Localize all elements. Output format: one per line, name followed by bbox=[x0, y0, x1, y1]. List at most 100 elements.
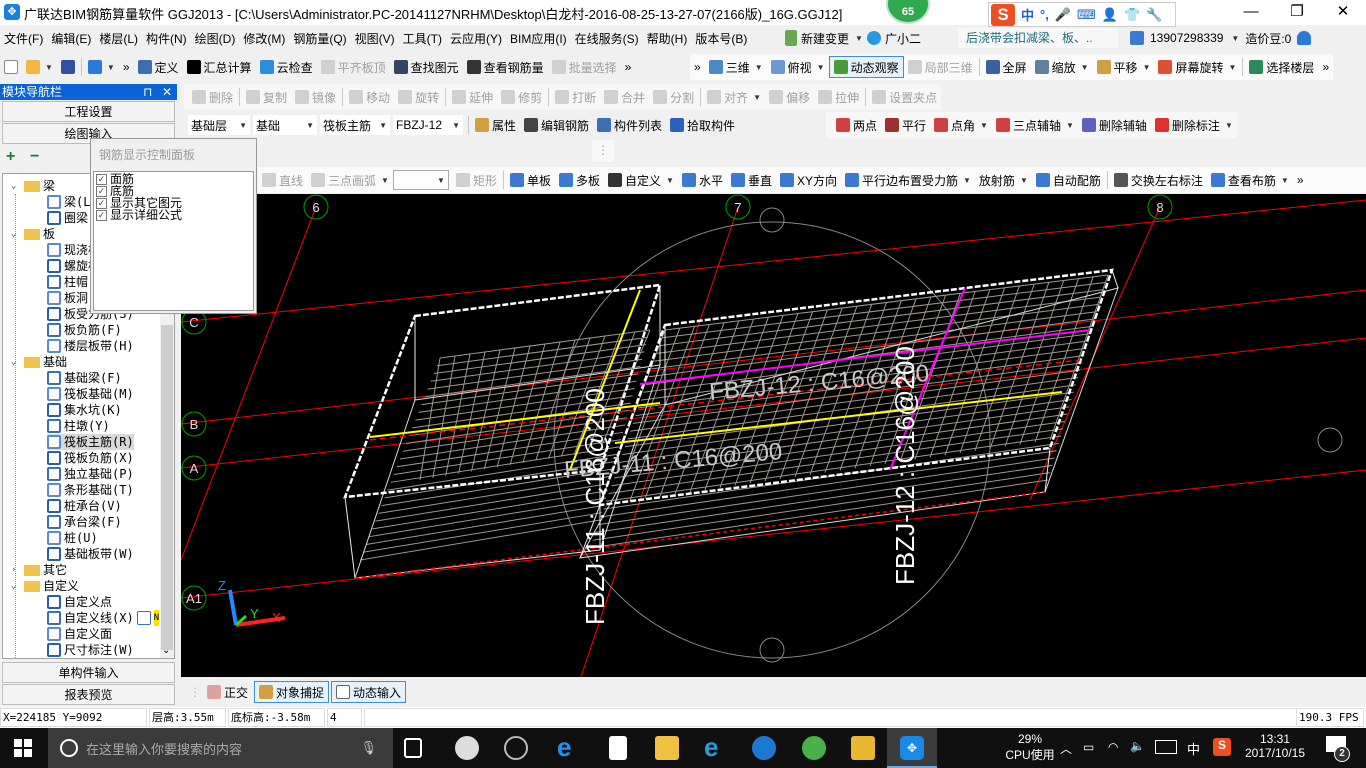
glodon-app-icon[interactable] bbox=[752, 736, 776, 760]
category-select[interactable]: 基础 ▼ bbox=[253, 115, 317, 135]
edge-browser-icon[interactable]: e bbox=[557, 734, 581, 760]
pin-icon[interactable]: ⊓ bbox=[143, 84, 152, 100]
checkbox-checked-icon[interactable]: ✓ bbox=[96, 209, 107, 221]
tree-item[interactable]: 基础梁(F) bbox=[47, 370, 122, 386]
tool-button-1[interactable]: 编辑钢筋 bbox=[520, 114, 593, 136]
object-snap-toggle[interactable]: 对象捕捉 bbox=[254, 681, 330, 703]
tool-button-9[interactable]: 垂直 bbox=[727, 169, 776, 191]
tree-folder[interactable]: ⌄ 板 bbox=[11, 226, 55, 242]
tool-button-1[interactable]: ▼ bbox=[22, 56, 57, 78]
tree-item[interactable]: 自定义面 bbox=[47, 626, 112, 642]
chevron-down-icon[interactable]: ▼ bbox=[817, 63, 825, 72]
chevron-down-icon[interactable]: ⌄ bbox=[11, 578, 21, 594]
tree-item[interactable]: 柱墩(Y) bbox=[47, 418, 110, 434]
tool-button-3[interactable]: 三点辅轴 ▼ bbox=[992, 114, 1078, 136]
tree-folder[interactable]: ⌄ 梁 bbox=[11, 178, 55, 194]
tree-item[interactable]: 尺寸标注(W) bbox=[47, 642, 134, 658]
tool-button-15[interactable]: 交换左右标注 bbox=[1110, 169, 1207, 191]
chevron-down-icon[interactable]: ▼ bbox=[379, 121, 387, 130]
tree-item[interactable]: 承台梁(F) bbox=[47, 514, 122, 530]
chevron-down-icon[interactable]: ▼ bbox=[239, 121, 247, 130]
ime-punct-icon[interactable]: °, bbox=[1040, 7, 1049, 22]
tree-folder[interactable]: ⌄ 基础 bbox=[11, 354, 67, 370]
tree-item[interactable]: 桩承台(V) bbox=[47, 498, 122, 514]
component-select[interactable]: FBZJ-12 ▼ bbox=[393, 115, 463, 135]
fan-app-icon[interactable] bbox=[455, 736, 479, 760]
overflow-button-13[interactable]: » bbox=[621, 56, 636, 78]
menu-3[interactable]: 构件(N) bbox=[142, 30, 191, 47]
chevron-down-icon[interactable]: ▼ bbox=[963, 176, 971, 185]
tool-button-1[interactable]: 三维 ▼ bbox=[705, 56, 767, 78]
tool-button-1[interactable]: 三点画弧 ▼ bbox=[307, 169, 393, 191]
tool-button-8[interactable]: 延伸 bbox=[448, 86, 497, 108]
tool-button-13[interactable]: 自动配筋 bbox=[1032, 169, 1105, 191]
tool-button-9[interactable]: 屏幕旋转 ▼ bbox=[1154, 56, 1240, 78]
tool-button-0[interactable]: 两点 bbox=[832, 114, 881, 136]
tool-button-4[interactable]: 局部三维 bbox=[904, 56, 977, 78]
overflow-button-5[interactable]: » bbox=[119, 56, 134, 78]
ime-settings-icon[interactable]: 🔧 bbox=[1146, 7, 1162, 23]
tool-button-15[interactable]: 对齐 ▼ bbox=[703, 86, 765, 108]
tool-button-0[interactable]: 删除 bbox=[188, 86, 237, 108]
report-preview-button[interactable]: 报表预览 bbox=[2, 684, 175, 705]
tool-button-6[interactable]: 旋转 bbox=[394, 86, 443, 108]
tool-button-6[interactable]: 定义 bbox=[134, 56, 183, 78]
tree-item[interactable]: 集水坑(K) bbox=[47, 402, 122, 418]
tree-item[interactable]: 基础板带(W) bbox=[47, 546, 134, 562]
menu-8[interactable]: 工具(T) bbox=[399, 30, 446, 47]
overflow-button-0[interactable]: » bbox=[690, 56, 705, 78]
sogou-logo-icon[interactable]: S bbox=[991, 3, 1015, 26]
menu-6[interactable]: 钢筋量(Q) bbox=[289, 30, 350, 47]
store-icon[interactable] bbox=[609, 736, 627, 760]
tool-button-0[interactable] bbox=[0, 56, 22, 78]
checkbox-checked-icon[interactable]: ✓ bbox=[96, 197, 107, 209]
tool-button-7[interactable]: 缩放 ▼ bbox=[1031, 56, 1093, 78]
tool-button-8[interactable]: 云检查 bbox=[256, 56, 317, 78]
taskbar-search[interactable]: 在这里输入你要搜索的内容 🎙 bbox=[48, 728, 393, 768]
tool-button-0[interactable]: 直线 bbox=[258, 169, 307, 191]
restore-button[interactable]: ❐ bbox=[1274, 0, 1320, 25]
tool-button-5[interactable]: 删除标注 ▼ bbox=[1151, 114, 1237, 136]
notice-ticker[interactable]: 后浇带会扣减梁、板、.. bbox=[958, 28, 1118, 48]
tree-item[interactable]: 筏板负筋(X) bbox=[47, 450, 134, 466]
chevron-down-icon[interactable]: ⌄ bbox=[11, 226, 21, 242]
chevron-down-icon[interactable]: ▼ bbox=[381, 176, 389, 185]
ie-browser-icon[interactable]: e bbox=[704, 734, 728, 760]
tool-button-6[interactable]: 全屏 bbox=[982, 56, 1031, 78]
input-language[interactable]: 中 bbox=[1187, 739, 1200, 758]
checkbox-checked-icon[interactable]: ✓ bbox=[96, 185, 107, 197]
menu-2[interactable]: 楼层(L) bbox=[95, 30, 142, 47]
chevron-down-icon[interactable]: ⌄ bbox=[11, 354, 21, 370]
menu-12[interactable]: 帮助(H) bbox=[643, 30, 692, 47]
tool-button-7[interactable]: 汇总计算 bbox=[183, 56, 256, 78]
cpu-usage[interactable]: 29% CPU使用 bbox=[1000, 732, 1060, 763]
tool-button-11[interactable]: 平行边布置受力筋 ▼ bbox=[841, 169, 975, 191]
tree-folder[interactable]: ⌄ 自定义 bbox=[11, 578, 79, 594]
tool-button-9[interactable]: 修剪 bbox=[497, 86, 546, 108]
ortho-toggle[interactable]: 正交 bbox=[203, 681, 252, 703]
chevron-down-icon[interactable]: ▼ bbox=[1229, 63, 1237, 72]
tool-button-2[interactable] bbox=[57, 56, 79, 78]
tool-button-12[interactable]: 放射筋 ▼ bbox=[975, 169, 1032, 191]
wifi-icon[interactable]: ◠ bbox=[1108, 740, 1118, 754]
tool-button-2[interactable]: 复制 bbox=[242, 86, 291, 108]
tool-button-12[interactable]: 批量选择 bbox=[548, 56, 621, 78]
tree-item[interactable]: 桩(U) bbox=[47, 530, 98, 546]
menu-10[interactable]: BIM应用(I) bbox=[506, 30, 571, 47]
chevron-down-icon[interactable]: ▼ bbox=[1281, 176, 1289, 185]
model-canvas[interactable]: FBZJ-12 : C16@200FBZJ-11 : C16@200FBZJ-1… bbox=[181, 194, 1366, 677]
tree-item[interactable]: 板负筋(F) bbox=[47, 322, 122, 338]
account-menu[interactable]: 13907298339 bbox=[1150, 31, 1223, 45]
chevron-down-icon[interactable]: ▼ bbox=[107, 63, 115, 72]
task-view-icon[interactable] bbox=[404, 738, 422, 758]
dynamic-input-toggle[interactable]: 动态输入 bbox=[331, 681, 407, 703]
tool-button-11[interactable]: 打断 bbox=[551, 86, 600, 108]
chevron-right-icon[interactable]: › bbox=[11, 562, 21, 578]
chevron-down-icon[interactable]: ▼ bbox=[1020, 176, 1028, 185]
menu-4[interactable]: 绘图(D) bbox=[191, 30, 240, 47]
tree-item[interactable]: 筏板基础(M) bbox=[47, 386, 134, 402]
checkbox-checked-icon[interactable]: ✓ bbox=[96, 173, 107, 185]
tool-button-1[interactable]: 平行 bbox=[881, 114, 930, 136]
chevron-down-icon[interactable]: ▼ bbox=[666, 176, 674, 185]
menu-5[interactable]: 修改(M) bbox=[239, 30, 289, 47]
